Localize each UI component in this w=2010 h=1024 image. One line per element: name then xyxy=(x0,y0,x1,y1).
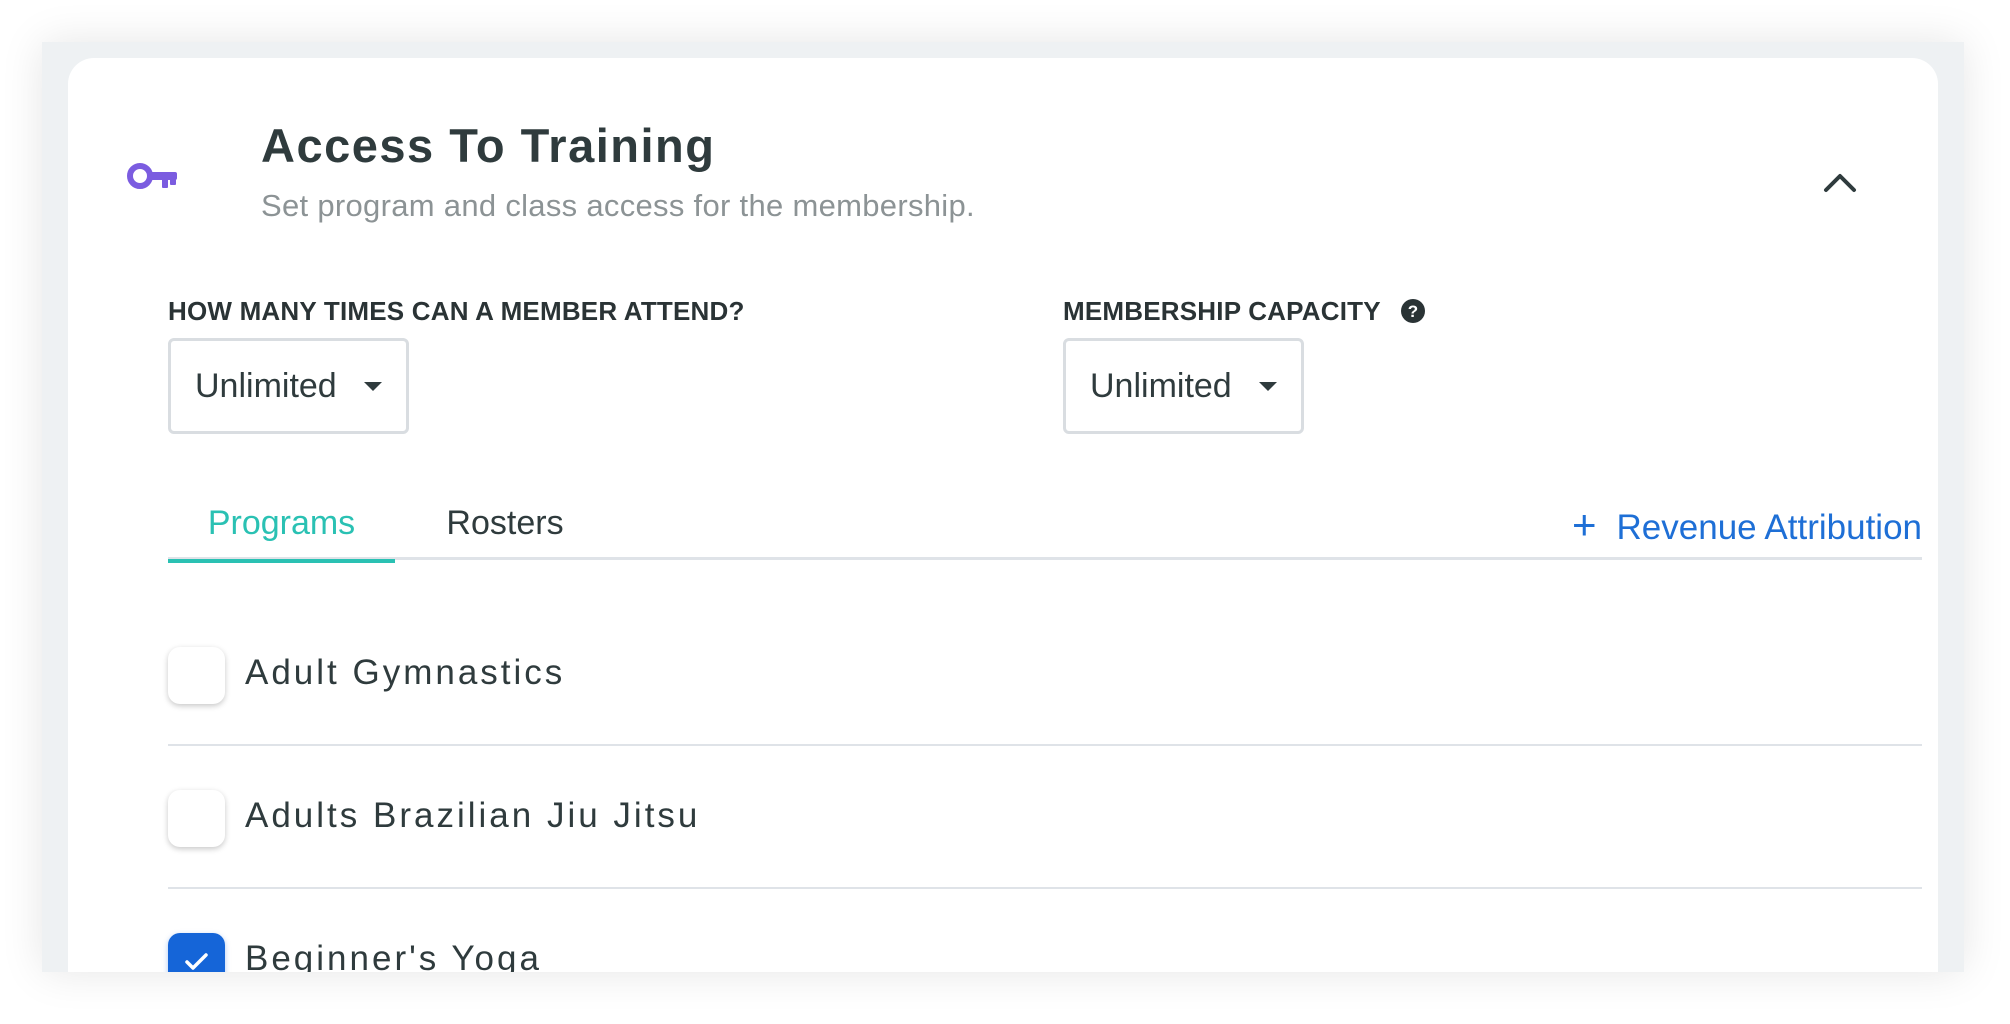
program-label: Adult Gymnastics xyxy=(245,653,566,692)
attendance-label: HOW MANY TIMES CAN A MEMBER ATTEND? xyxy=(168,296,745,327)
program-label: Beginner's Yoga xyxy=(245,939,542,972)
program-row: Adults Brazilian Jiu Jitsu xyxy=(168,746,1922,889)
plus-icon: + xyxy=(1571,501,1597,548)
tab-rosters[interactable]: Rosters xyxy=(430,498,580,560)
page-backdrop: Access To Training Set program and class… xyxy=(42,42,1964,972)
tabs-bar: Programs Rosters + Revenue Attribution xyxy=(168,498,1922,563)
program-row: Beginner's Yoga xyxy=(168,889,1922,972)
access-to-training-card: Access To Training Set program and class… xyxy=(68,58,1938,972)
caret-down-icon xyxy=(364,382,382,391)
revenue-attribution-label: Revenue Attribution xyxy=(1616,508,1922,547)
tab-programs-label: Programs xyxy=(207,504,356,542)
section-title: Access To Training xyxy=(261,119,716,172)
tab-programs[interactable]: Programs xyxy=(168,498,395,563)
attendance-label-text: HOW MANY TIMES CAN A MEMBER ATTEND? xyxy=(168,296,745,326)
collapse-button[interactable] xyxy=(1814,162,1866,202)
attendance-select-value: Unlimited xyxy=(195,367,337,405)
capacity-label: MEMBERSHIP CAPACITY ? xyxy=(1063,296,1426,327)
program-checkbox[interactable] xyxy=(168,647,225,704)
program-checkbox-checked[interactable] xyxy=(168,933,225,972)
chevron-up-icon xyxy=(1824,174,1856,192)
program-checkbox[interactable] xyxy=(168,790,225,847)
capacity-label-text: MEMBERSHIP CAPACITY xyxy=(1063,296,1381,326)
tab-rosters-label: Rosters xyxy=(446,504,564,542)
program-label: Adults Brazilian Jiu Jitsu xyxy=(245,796,701,835)
question-circle-icon[interactable]: ? xyxy=(1400,298,1426,324)
capacity-select[interactable]: Unlimited xyxy=(1063,338,1304,434)
attendance-select[interactable]: Unlimited xyxy=(168,338,409,434)
program-row: Adult Gymnastics xyxy=(168,603,1922,746)
svg-text:?: ? xyxy=(1407,302,1418,321)
caret-down-icon xyxy=(1259,382,1277,391)
section-subtitle: Set program and class access for the mem… xyxy=(261,188,975,223)
capacity-select-value: Unlimited xyxy=(1090,367,1232,405)
key-icon xyxy=(127,163,177,189)
checkmark-icon xyxy=(185,953,208,970)
revenue-attribution-link[interactable]: + Revenue Attribution xyxy=(1572,498,1922,552)
section-header: Access To Training Set program and class… xyxy=(68,58,1938,258)
